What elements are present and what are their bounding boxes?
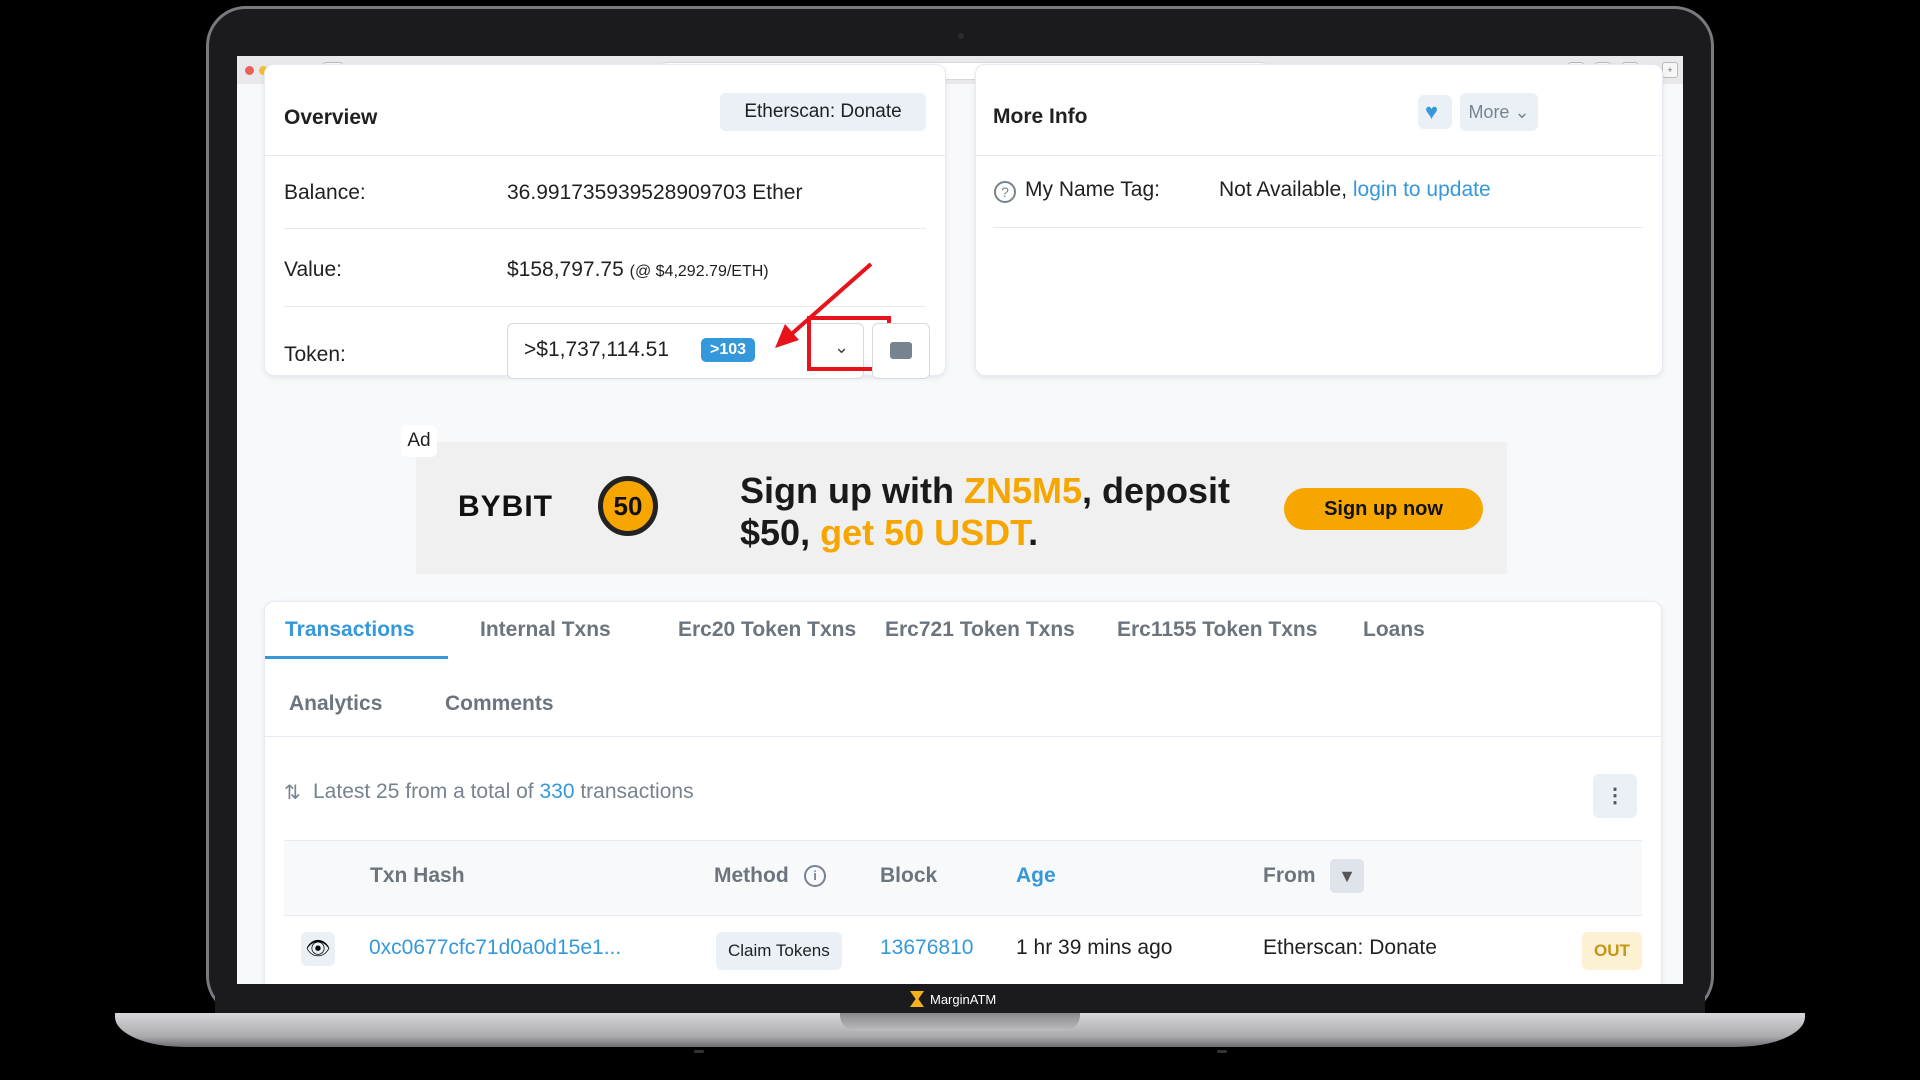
table-header: Txn Hash Method i Block Age From ▼: [284, 840, 1642, 916]
balance-label: Balance:: [284, 181, 366, 204]
ad-headline-part: .: [1028, 512, 1039, 553]
eth-rate: (@ $4,292.79/ETH): [629, 263, 769, 280]
divider: [265, 155, 945, 156]
tab-comments[interactable]: Comments: [445, 692, 554, 716]
laptop-notch: [840, 1013, 1080, 1031]
ad-label: Ad: [401, 425, 437, 457]
tab-transactions[interactable]: Transactions: [285, 618, 415, 642]
chevron-down-icon: ⌄: [1514, 102, 1530, 122]
ad-headline-highlight: get 50 USDT: [820, 512, 1029, 553]
name-tag-label: My Name Tag:: [1025, 178, 1160, 201]
transaction-count-link[interactable]: 330: [539, 780, 574, 803]
tab-loans[interactable]: Loans: [1363, 618, 1425, 642]
sort-icon: ⇅: [284, 782, 301, 804]
transactions-summary: Latest 25 from a total of 330 transactio…: [313, 780, 694, 804]
divider: [976, 155, 1662, 156]
table-row: 👁 0xc0677cfc71d0a0d15e1... Claim Tokens …: [284, 914, 1642, 984]
sign-up-now-button[interactable]: Sign up now: [1284, 488, 1483, 530]
ad-headline-part: $50,: [740, 512, 821, 553]
filter-button[interactable]: ▼: [1330, 859, 1364, 893]
value-display: $158,797.75 (@ $4,292.79/ETH): [507, 258, 769, 282]
eye-icon[interactable]: 👁: [301, 932, 335, 966]
from-address[interactable]: Etherscan: Donate: [1263, 936, 1437, 960]
summary-prefix: Latest 25 from a total of: [313, 780, 540, 803]
kebab-menu-icon: ⋮: [1605, 785, 1625, 807]
brand-watermark: MarginATM: [910, 991, 996, 1007]
more-info-card: More Info ♥ More ⌄ ? My Name Tag: Not Av…: [975, 64, 1663, 376]
tab-analytics[interactable]: Analytics: [289, 692, 382, 716]
name-tag-value: Not Available, login to update: [1219, 178, 1491, 202]
login-to-update-link[interactable]: login to update: [1353, 178, 1491, 201]
donate-button[interactable]: Etherscan: Donate: [720, 93, 926, 131]
token-count-badge: >103: [701, 338, 756, 362]
tab-erc1155-token-txns[interactable]: Erc1155 Token Txns: [1117, 618, 1317, 642]
column-block: Block: [880, 864, 938, 887]
block-link[interactable]: 13676810: [880, 936, 973, 960]
camera: [958, 33, 964, 39]
method-badge: Claim Tokens: [716, 932, 842, 970]
value-label: Value:: [284, 258, 342, 281]
bybit-logo: BYBIT: [458, 490, 553, 523]
wallet-icon: [890, 342, 912, 359]
balance-value: 36.991735939528909703 Ether: [507, 181, 803, 204]
tab-erc20-token-txns[interactable]: Erc20 Token Txns: [678, 618, 856, 642]
brand-logo-icon: [910, 991, 924, 1007]
divider: [284, 228, 926, 229]
page: Overview Etherscan: Donate Balance: 36.9…: [237, 64, 1683, 984]
info-icon[interactable]: i: [804, 865, 826, 887]
txn-age: 1 hr 39 mins ago: [1016, 936, 1173, 959]
more-button-label: More: [1468, 102, 1510, 122]
more-info-title: More Info: [993, 105, 1088, 128]
ad-headline: Sign up with ZN5M5, deposit $50, get 50 …: [740, 470, 1230, 554]
annotation-arrow-icon: [775, 262, 873, 348]
coin-icon: 50: [598, 476, 658, 536]
name-tag-status: Not Available,: [1219, 178, 1348, 201]
divider: [265, 736, 1661, 737]
overview-title: Overview: [284, 106, 378, 129]
options-menu-button[interactable]: ⋮: [1593, 774, 1637, 818]
direction-badge: OUT: [1582, 932, 1642, 970]
column-method: Method: [714, 864, 789, 887]
question-icon: ?: [994, 181, 1016, 203]
brand-name: MarginATM: [930, 991, 997, 1007]
more-button[interactable]: More ⌄: [1460, 93, 1538, 131]
laptop-foot: [694, 1050, 704, 1053]
ad-headline-part: , deposit: [1082, 470, 1231, 511]
tab-erc721-token-txns[interactable]: Erc721 Token Txns: [885, 618, 1075, 642]
token-label: Token:: [284, 343, 346, 366]
txn-hash-link[interactable]: 0xc0677cfc71d0a0d15e1...: [369, 936, 621, 960]
column-from: From: [1263, 864, 1316, 887]
filter-icon: ▼: [1338, 866, 1356, 886]
column-txn-hash: Txn Hash: [370, 864, 465, 887]
browser-screen: ‹ › ↻ ● ⇧ ❐ + Overview Etherscan: Donate…: [237, 56, 1683, 984]
value-amount: $158,797.75: [507, 258, 624, 281]
summary-suffix: transactions: [574, 780, 694, 803]
divider: [993, 227, 1643, 228]
tab-internal-txns[interactable]: Internal Txns: [480, 618, 611, 642]
ad-headline-part: Sign up with: [740, 470, 964, 511]
active-tab-indicator: [265, 656, 448, 659]
heart-icon: ♥: [1425, 99, 1439, 124]
coin-value: 50: [613, 491, 643, 521]
token-value: >$1,737,114.51: [524, 338, 670, 361]
favorite-button[interactable]: ♥: [1418, 95, 1452, 129]
column-age[interactable]: Age: [1016, 864, 1056, 888]
ad-promo-code: ZN5M5: [963, 470, 1082, 511]
new-tab-icon[interactable]: +: [1662, 62, 1678, 78]
transactions-card: Transactions Internal Txns Erc20 Token T…: [264, 601, 1662, 984]
ad-banner[interactable]: BYBIT 50 Sign up with ZN5M5, deposit $50…: [416, 442, 1507, 574]
laptop-foot: [1217, 1050, 1227, 1053]
close-window-button[interactable]: [245, 66, 254, 75]
